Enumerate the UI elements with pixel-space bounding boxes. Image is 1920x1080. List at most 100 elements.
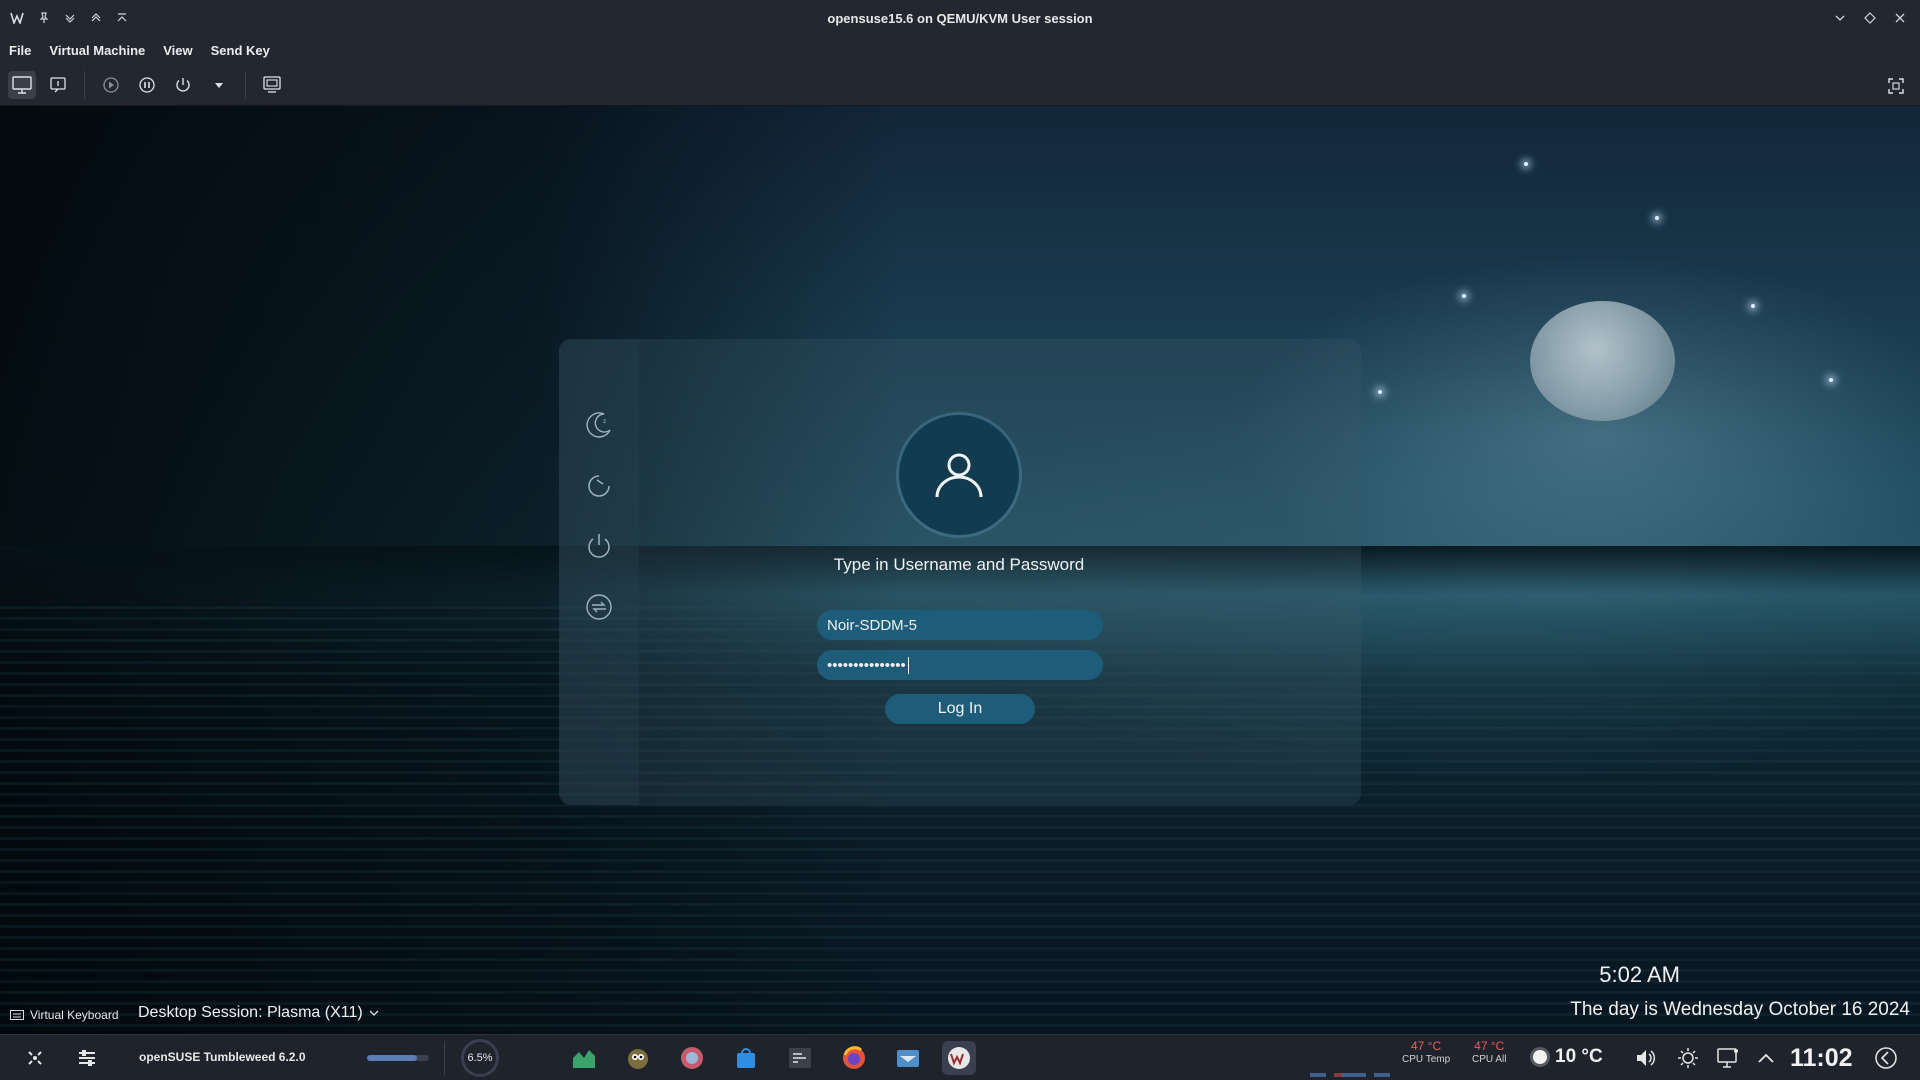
- gimp-icon: [628, 1049, 648, 1069]
- power-sidebar: z: [559, 339, 639, 805]
- window-titlebar: opensuse15.6 on QEMU/KVM User session: [0, 0, 1920, 36]
- menu-send-key[interactable]: Send Key: [211, 43, 270, 58]
- toolbar-separator: [84, 70, 85, 99]
- session-label: Desktop Session: Plasma (X11): [138, 1004, 363, 1021]
- user-icon: [935, 453, 983, 498]
- wallpaper-star: [1829, 378, 1833, 382]
- login-clock: 5:02 AM: [1599, 962, 1680, 987]
- session-selector[interactable]: Desktop Session: Plasma (X11): [138, 1004, 379, 1022]
- volume-button[interactable]: [1632, 1043, 1660, 1073]
- taskbar-firefox[interactable]: [837, 1041, 871, 1075]
- app-launcher-button[interactable]: [20, 1043, 50, 1073]
- wallpaper-star: [1462, 294, 1466, 298]
- distro-label: openSUSE Tumbleweed 6.2.0: [139, 1050, 306, 1064]
- maximize-icon[interactable]: [1862, 10, 1878, 26]
- play-icon: [103, 76, 119, 93]
- toolbar-separator: [245, 70, 246, 99]
- virtual-keyboard-button[interactable]: Virtual Keyboard: [10, 1008, 119, 1022]
- password-mask: •••••••••••••••: [827, 656, 906, 674]
- console-view-button[interactable]: [8, 70, 36, 99]
- taskbar-virt-manager[interactable]: [942, 1041, 976, 1075]
- pin-icon[interactable]: [36, 10, 52, 26]
- wallpaper-star: [1751, 304, 1755, 308]
- taskbar-dolphin[interactable]: [891, 1041, 925, 1075]
- shade-icon[interactable]: [114, 10, 130, 26]
- close-icon[interactable]: [1892, 10, 1908, 26]
- vm-display[interactable]: z Type in Username and Password Noir-SDD…: [0, 106, 1920, 1034]
- file-manager-icon: [897, 1050, 919, 1067]
- terminal-icon: [789, 1048, 811, 1068]
- wallpaper-star: [1378, 390, 1382, 394]
- app-menu-icon[interactable]: [10, 10, 26, 26]
- network-activity-graph: [1310, 1073, 1390, 1077]
- sensor-cpu-temp-label: CPU Temp: [1402, 1054, 1451, 1065]
- login-prompt: Type in Username and Password: [833, 555, 1085, 574]
- moon-icon: z: [586, 412, 611, 438]
- login-button[interactable]: Log In: [885, 694, 1035, 724]
- memory-bar: [367, 1055, 429, 1061]
- chevron-down-icon: [369, 1010, 379, 1016]
- peek-desktop-button[interactable]: [1872, 1043, 1900, 1073]
- power-icon: [588, 534, 610, 558]
- monitor-icon: [12, 75, 32, 94]
- taskbar-discover[interactable]: [729, 1041, 763, 1075]
- snapshots-icon: [263, 75, 281, 93]
- host-taskbar: openSUSE Tumbleweed 6.2.0 6.5% 47 °C CPU…: [0, 1034, 1920, 1080]
- host-clock[interactable]: 11:02: [1790, 1044, 1853, 1073]
- weather-temp: 10 °C: [1555, 1046, 1603, 1067]
- keep-above-icon[interactable]: [88, 10, 104, 26]
- sensor-cpu-temp-value: 47 °C: [1411, 1039, 1442, 1053]
- night-light-button[interactable]: [1674, 1043, 1702, 1073]
- cpu-usage-widget[interactable]: 6.5%: [461, 1039, 499, 1077]
- text-caret: [907, 656, 909, 674]
- network-wired-icon: [1717, 1048, 1738, 1068]
- login-date: The day is Wednesday October 16 2024: [1570, 999, 1910, 1020]
- caret-down-icon: [215, 82, 223, 88]
- fullscreen-icon: [1888, 78, 1904, 94]
- sensor-cpu-all[interactable]: 47 °C CPU All: [1472, 1040, 1506, 1066]
- sensor-cpu-temp[interactable]: 47 °C CPU Temp: [1402, 1040, 1450, 1066]
- minimize-icon[interactable]: [1832, 10, 1848, 26]
- fullscreen-button[interactable]: [1882, 72, 1910, 100]
- weather-widget[interactable]: 10 °C: [1533, 1046, 1603, 1068]
- system-tray-expand-button[interactable]: [1754, 1043, 1778, 1073]
- username-field[interactable]: Noir-SDDM-5: [817, 610, 1103, 640]
- info-icon: [50, 76, 66, 92]
- menu-virtual-machine[interactable]: Virtual Machine: [49, 43, 145, 58]
- shutdown-menu-button[interactable]: [205, 71, 233, 99]
- taskbar-terminal[interactable]: [783, 1041, 817, 1075]
- taskbar-gimp[interactable]: [621, 1041, 655, 1075]
- taskbar-app-circle[interactable]: [675, 1041, 709, 1075]
- run-button[interactable]: [97, 71, 125, 99]
- sensor-cpu-all-label: CPU All: [1472, 1054, 1507, 1065]
- menu-view[interactable]: View: [163, 43, 192, 58]
- menu-file[interactable]: File: [9, 43, 31, 58]
- suspend-button[interactable]: z: [584, 410, 614, 440]
- shutdown-button[interactable]: [169, 71, 197, 99]
- taskbar-separator: [444, 1041, 445, 1075]
- keep-below-icon[interactable]: [62, 10, 78, 26]
- password-field[interactable]: •••••••••••••••: [817, 650, 1103, 680]
- keyboard-icon: [10, 1010, 24, 1020]
- restart-button[interactable]: [584, 471, 614, 501]
- taskbar-system-monitor[interactable]: [567, 1041, 601, 1075]
- system-monitor-icon: [573, 1050, 595, 1068]
- username-value: Noir-SDDM-5: [827, 616, 917, 634]
- svg-text:z: z: [603, 418, 606, 425]
- switch-user-icon: [586, 594, 612, 620]
- firefox-icon: [843, 1046, 865, 1069]
- system-settings-button[interactable]: [72, 1043, 102, 1073]
- menubar: File Virtual Machine View Send Key: [0, 36, 1920, 64]
- switch-user-button[interactable]: [584, 592, 614, 622]
- restart-icon: [588, 475, 610, 497]
- pause-button[interactable]: [133, 71, 161, 99]
- snapshots-button[interactable]: [258, 71, 286, 99]
- launcher-icon: [28, 1051, 42, 1065]
- login-card: z Type in Username and Password Noir-SDD…: [559, 339, 1361, 805]
- network-button[interactable]: [1714, 1043, 1742, 1073]
- details-view-button[interactable]: [44, 71, 72, 99]
- shutdown-system-button[interactable]: [584, 531, 614, 561]
- chevron-left-circle-icon: [1875, 1047, 1897, 1069]
- virtual-keyboard-label: Virtual Keyboard: [30, 1008, 119, 1022]
- store-bag-icon: [737, 1048, 755, 1068]
